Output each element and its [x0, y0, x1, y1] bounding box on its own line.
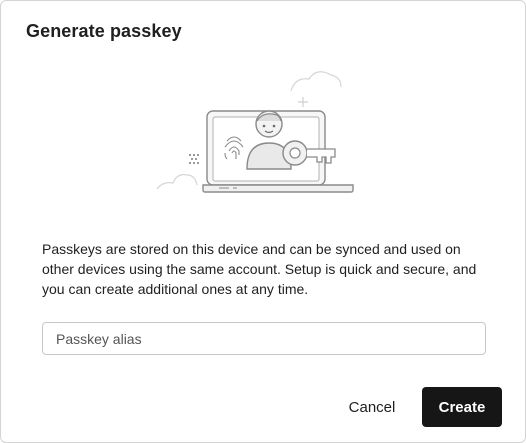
cancel-button[interactable]: Cancel	[333, 387, 411, 427]
dialog-description: Passkeys are stored on this device and c…	[42, 241, 477, 297]
generate-passkey-dialog: Generate passkey Passkeys are stored on …	[0, 0, 526, 443]
dialog-title: Generate passkey	[26, 21, 182, 41]
laptop-user-key-illustration-icon	[156, 71, 354, 193]
create-button[interactable]: Create	[422, 387, 502, 427]
passkey-alias-input[interactable]	[42, 322, 486, 355]
